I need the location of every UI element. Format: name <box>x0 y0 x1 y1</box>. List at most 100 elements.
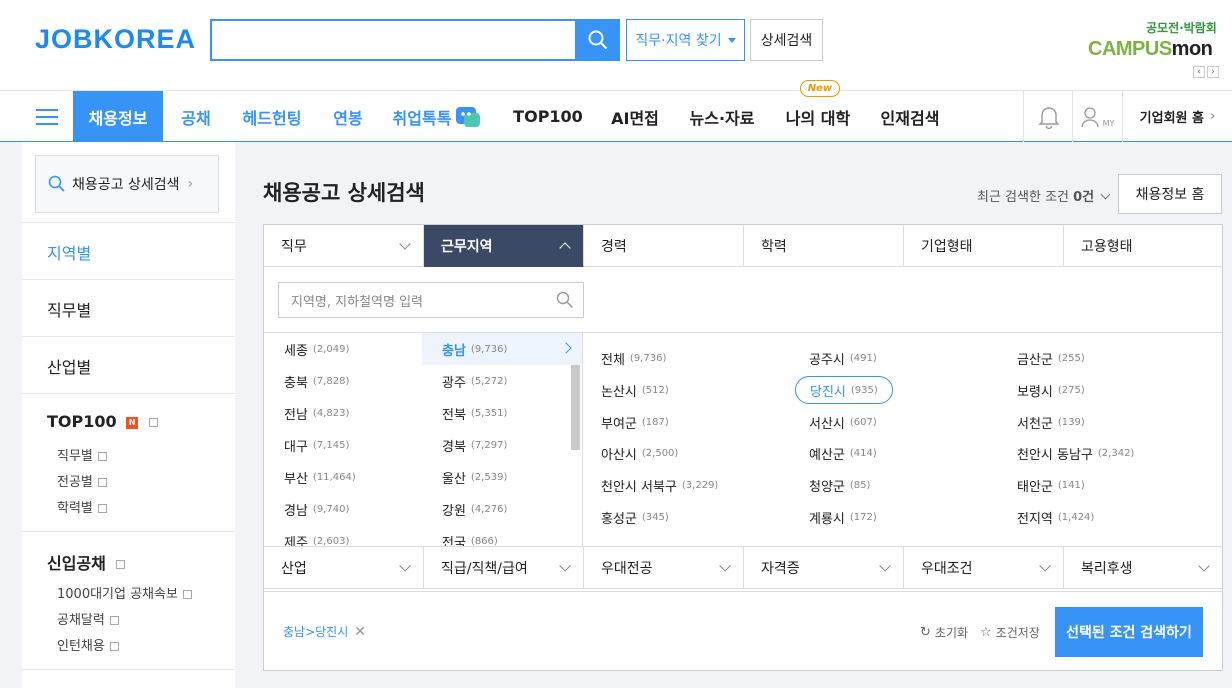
jobs-home-button[interactable]: 채용정보 홈 <box>1118 174 1222 214</box>
province-item[interactable]: 부산 (11,464) <box>264 461 422 493</box>
top-header: JOBKOREA 직무·지역 찾기 상세검색 공모전·박람회 CAMPUSmon… <box>0 0 1232 90</box>
tab-region[interactable]: 근무지역 <box>424 225 584 267</box>
sidebar-sub-top100-edu[interactable]: 학력별 <box>57 497 107 516</box>
tab-company-type[interactable]: 기업형태 <box>904 225 1064 267</box>
city-item[interactable]: 논산시 (512) <box>601 376 669 404</box>
province-scrollbar[interactable] <box>571 365 580 450</box>
search-input[interactable] <box>210 19 576 61</box>
my-page-button[interactable]: MY <box>1072 91 1122 142</box>
city-count: (275) <box>1057 384 1085 396</box>
search-button[interactable] <box>575 19 620 61</box>
province-item[interactable]: 대구 (7,145) <box>264 429 422 461</box>
province-count: (11,464) <box>312 471 356 483</box>
nav-ai-interview[interactable]: AI면접 <box>602 91 668 142</box>
province-item[interactable]: 경남 (9,740) <box>264 493 422 525</box>
province-item[interactable]: 광주 (5,272) <box>422 365 582 397</box>
province-count: (9,740) <box>312 503 350 515</box>
province-item[interactable]: 제주 (2,603) <box>264 525 422 547</box>
sidebar-sub-top100-major[interactable]: 전공별 <box>57 471 107 490</box>
popup-icon <box>97 452 107 461</box>
tab-preferred-major[interactable]: 우대전공 <box>584 547 744 589</box>
sidebar-sub-intern[interactable]: 인턴채용 <box>57 635 119 654</box>
city-item[interactable]: 계룡시 (172) <box>809 503 877 531</box>
city-item[interactable]: 금산군 (255) <box>1017 344 1085 372</box>
region-find-button[interactable]: 직무·지역 찾기 <box>626 19 745 61</box>
city-item[interactable]: 아산시 (2,500) <box>601 439 678 467</box>
province-item[interactable]: 충북 (7,828) <box>264 365 422 397</box>
city-item[interactable]: 천안시 동남구 (2,342) <box>1017 439 1134 467</box>
sidebar-sub-top-companies[interactable]: 1000대기업 공채속보 <box>57 583 192 602</box>
tab-label: 기업형태 <box>921 238 973 255</box>
sidebar-item-industry[interactable]: 산업별 <box>47 354 91 378</box>
city-count: (491) <box>849 352 877 364</box>
sidebar-sub-calendar[interactable]: 공채달력 <box>57 609 119 628</box>
tab-career[interactable]: 경력 <box>584 225 744 267</box>
notification-button[interactable] <box>1023 91 1073 142</box>
city-item[interactable]: 서산시 (607) <box>809 408 877 436</box>
city-item[interactable]: 보령시 (275) <box>1017 376 1085 404</box>
sidebar-item-job[interactable]: 직무별 <box>47 297 91 321</box>
menu-icon[interactable] <box>36 109 58 125</box>
province-item[interactable]: 경북 (7,297) <box>422 429 582 461</box>
search-selected-button[interactable]: 선택된 조건 검색하기 <box>1055 607 1203 657</box>
sidebar-detail-search[interactable]: 채용공고 상세검색 › <box>35 155 219 213</box>
prev-arrow-icon[interactable]: ‹ <box>1193 66 1205 78</box>
region-search-input[interactable]: 지역명, 지하철역명 입력 <box>278 282 584 318</box>
nav-my-university[interactable]: 나의 대학 <box>780 91 856 142</box>
tab-job[interactable]: 직무 <box>264 225 424 267</box>
nav-top100[interactable]: TOP100 <box>508 91 588 142</box>
province-item-selected[interactable]: 충남 (9,736) <box>422 333 582 365</box>
tab-education[interactable]: 학력 <box>744 225 904 267</box>
nav-talent-search[interactable]: 인재검색 <box>872 91 948 142</box>
province-item[interactable]: 전국 (866) <box>422 525 582 547</box>
nav-headhunting[interactable]: 헤드헌팅 <box>236 91 308 142</box>
selected-tag-label: 충남>당진시 <box>283 625 349 639</box>
province-item[interactable]: 세종 (2,049) <box>264 333 422 365</box>
corp-home-link[interactable]: 기업회원 홈 › <box>1122 91 1232 142</box>
province-item[interactable]: 전북 (5,351) <box>422 397 582 429</box>
campusmon-logo[interactable]: CAMPUSmon <box>1088 38 1213 61</box>
tab-preferred-condition[interactable]: 우대조건 <box>904 547 1064 589</box>
top100-sub-major-label: 전공별 <box>57 475 93 490</box>
city-count: (414) <box>849 447 877 459</box>
city-name: 홍성군 <box>601 511 637 527</box>
tab-position-salary[interactable]: 직급/직책/급여 <box>424 547 584 589</box>
city-item[interactable]: 천안시 서북구 (3,229) <box>601 471 718 499</box>
city-item[interactable]: 공주시 (491) <box>809 344 877 372</box>
city-item[interactable]: 태안군 (141) <box>1017 471 1085 499</box>
province-item[interactable]: 전남 (4,823) <box>264 397 422 429</box>
city-item-selected[interactable]: 당진시 (935) <box>795 376 893 404</box>
recent-search-dropdown[interactable]: 최근 검색한 조건 0건 <box>977 186 1111 205</box>
nav-job-talk[interactable]: 취업톡톡 <box>388 91 486 142</box>
save-condition-button[interactable]: ☆ 조건저장 <box>980 624 1040 641</box>
province-item[interactable]: 강원 (4,276) <box>422 493 582 525</box>
province-item[interactable]: 울산 (2,539) <box>422 461 582 493</box>
nav-news[interactable]: 뉴스·자료 <box>682 91 762 142</box>
next-arrow-icon[interactable]: › <box>1207 66 1219 78</box>
tab-certificate[interactable]: 자격증 <box>744 547 904 589</box>
tab-benefits[interactable]: 복리후생 <box>1064 547 1222 589</box>
sidebar-sub-top100-job[interactable]: 직무별 <box>57 445 107 464</box>
nav-jobs[interactable]: 채용정보 <box>73 91 163 142</box>
sidebar-item-top100[interactable]: TOP100 N <box>47 412 158 431</box>
jobkorea-logo[interactable]: JOBKOREA <box>35 24 196 55</box>
sidebar-item-region[interactable]: 지역별 <box>47 240 91 264</box>
city-item[interactable]: 서천군 (139) <box>1017 408 1085 436</box>
reset-button[interactable]: ↻ 초기화 <box>920 624 968 641</box>
sidebar-item-newgrad[interactable]: 신입공채 <box>47 550 126 574</box>
city-item[interactable]: 전체 (9,736) <box>601 344 666 372</box>
campus-subtitle[interactable]: 공모전·박람회 <box>1146 19 1217 36</box>
tab-employment-type[interactable]: 고용형태 <box>1064 225 1222 267</box>
city-item[interactable]: 부여군 (187) <box>601 408 669 436</box>
nav-salary[interactable]: 연봉 <box>322 91 374 142</box>
city-item[interactable]: 예산군 (414) <box>809 439 877 467</box>
city-name: 청양군 <box>809 479 845 495</box>
city-item[interactable]: 청양군 (85) <box>809 471 870 499</box>
detail-search-button[interactable]: 상세검색 <box>750 19 823 61</box>
tab-industry[interactable]: 산업 <box>264 547 424 589</box>
close-icon[interactable]: ✕ <box>354 624 366 640</box>
city-item[interactable]: 홍성군 (345) <box>601 503 669 531</box>
nav-open-recruit[interactable]: 공채 <box>170 91 222 142</box>
tab-label: 우대조건 <box>921 560 973 577</box>
city-item[interactable]: 전지역 (1,424) <box>1017 503 1094 531</box>
